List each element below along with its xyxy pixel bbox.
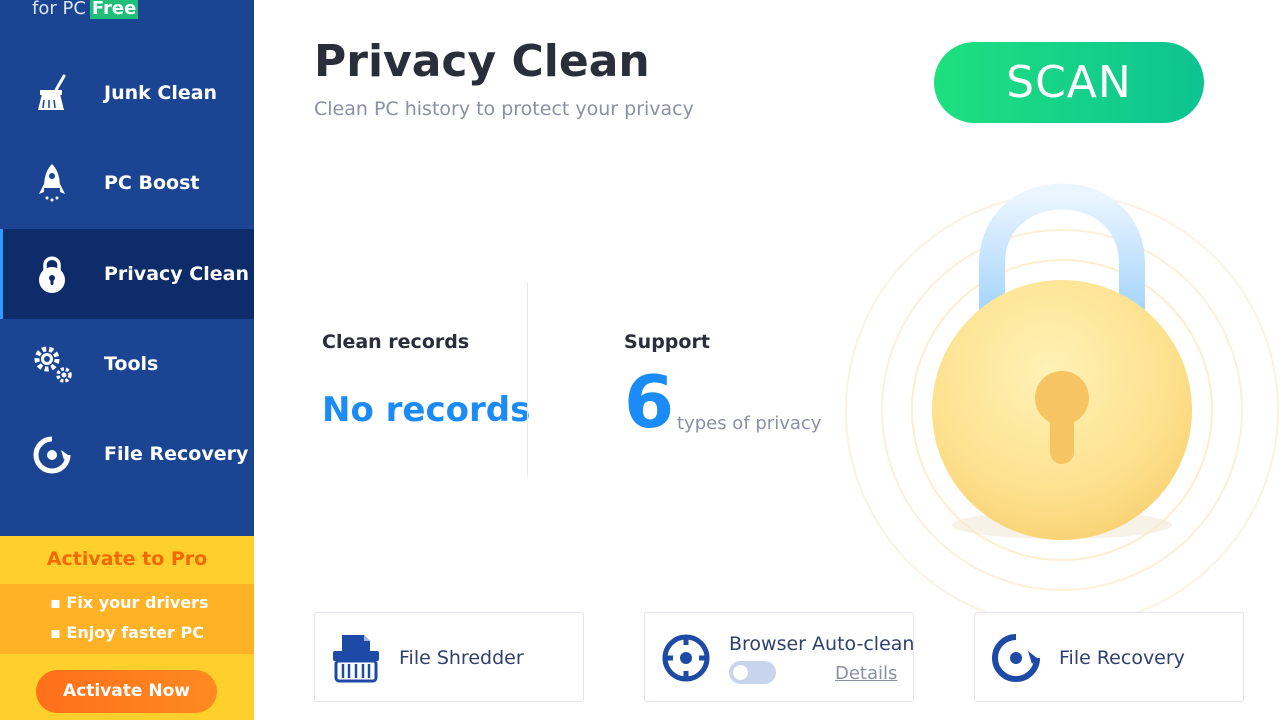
details-link[interactable]: Details xyxy=(835,663,897,684)
sidebar-item-tools[interactable]: Tools xyxy=(0,319,254,409)
sidebar-item-privacy-clean[interactable]: Privacy Clean xyxy=(0,229,254,319)
activate-promo: Activate to Pro ▪ Fix your drivers ▪ Enj… xyxy=(0,536,254,720)
broom-icon xyxy=(38,74,66,110)
promo-feature: ▪ Fix your drivers xyxy=(50,593,209,612)
file-shredder-card[interactable]: File Shredder xyxy=(314,612,584,702)
sidebar-item-pc-boost[interactable]: PC Boost xyxy=(0,138,254,228)
auto-clean-toggle[interactable] xyxy=(729,661,776,684)
support-unit: types of privacy xyxy=(677,413,822,434)
gears-icon xyxy=(34,346,72,383)
padlock-illustration xyxy=(845,183,1279,620)
sidebar-item-junk-clean[interactable]: Junk Clean xyxy=(0,48,254,138)
promo-feature-list: ▪ Fix your drivers ▪ Enjoy faster PC xyxy=(0,584,254,654)
promo-feature: ▪ Enjoy faster PC xyxy=(50,623,204,642)
page-subtitle: Clean PC history to protect your privacy xyxy=(314,98,694,120)
promo-title: Activate to Pro xyxy=(46,548,208,570)
sidebar-item-label: Privacy Clean xyxy=(104,263,249,285)
brand-text: for PC xyxy=(32,0,86,19)
sidebar: for PCFree Junk Clean PC Boost Privacy xyxy=(0,0,254,720)
sidebar-item-label: File Recovery xyxy=(104,443,249,465)
page-title: Privacy Clean xyxy=(314,36,650,87)
tool-label: Browser Auto-clean xyxy=(729,633,915,655)
toggle-knob xyxy=(733,665,748,680)
recovery-icon xyxy=(992,634,1040,682)
rocket-icon xyxy=(39,164,65,202)
scan-button[interactable]: SCAN xyxy=(934,42,1204,123)
sidebar-item-label: Junk Clean xyxy=(104,82,218,104)
clean-records-value: No records xyxy=(322,390,531,430)
browser-auto-clean-card[interactable]: Browser Auto-clean Details xyxy=(644,612,914,702)
brand: for PC Free xyxy=(32,0,139,19)
support-label: Support xyxy=(624,331,710,353)
sidebar-item-file-recovery[interactable]: File Recovery xyxy=(0,409,254,499)
recovery-icon xyxy=(33,436,71,474)
file-recovery-card[interactable]: File Recovery xyxy=(974,612,1244,702)
free-badge: Free xyxy=(89,0,139,19)
lock-icon xyxy=(39,256,65,293)
sidebar-item-label: Tools xyxy=(104,353,159,375)
sidebar-item-label: PC Boost xyxy=(104,172,200,194)
stats-divider xyxy=(527,282,528,476)
shredder-icon xyxy=(333,635,379,683)
support-count: 6 xyxy=(624,360,675,444)
activate-now-button[interactable]: Activate Now xyxy=(36,670,217,713)
tool-label: File Recovery xyxy=(1059,647,1185,669)
tool-label: File Shredder xyxy=(399,647,524,669)
clean-records-label: Clean records xyxy=(322,331,470,353)
crosshair-icon xyxy=(662,634,710,682)
